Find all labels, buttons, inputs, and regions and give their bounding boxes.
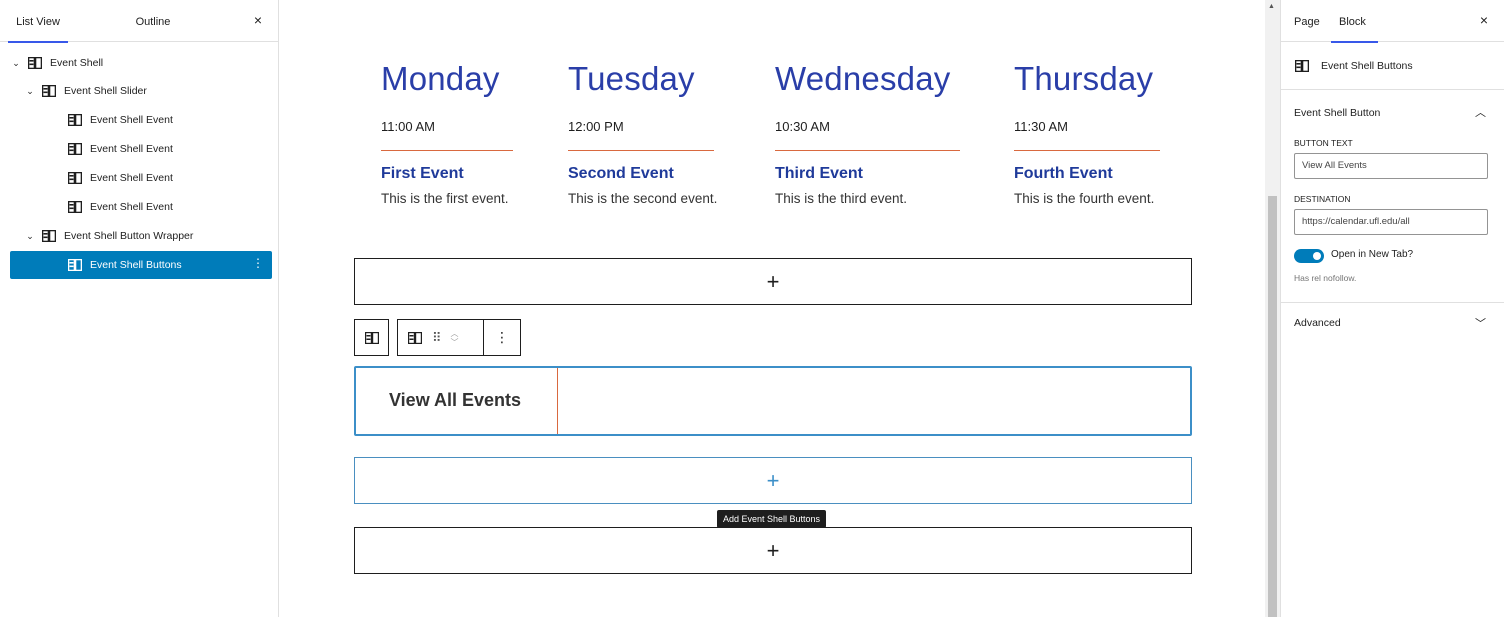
block-card: Event Shell Buttons (1281, 42, 1504, 90)
chevron-down-icon[interactable]: ⌄ (24, 86, 36, 97)
block-icon (364, 331, 379, 344)
tab-block[interactable]: Block (1331, 0, 1378, 43)
tab-list-view[interactable]: List View (8, 0, 68, 43)
add-block-button[interactable]: + (354, 258, 1192, 305)
day-name: Wednesday (775, 60, 951, 97)
scrollbar[interactable]: ▲ (1265, 0, 1280, 617)
divider (381, 150, 513, 151)
block-toolbar: ⠿ ︿ ﹀ ⋮ (397, 319, 521, 356)
button-text-label: BUTTON TEXT (1294, 138, 1353, 148)
event-title: Third Event (775, 165, 864, 182)
list-item-event-shell-buttons[interactable]: Event Shell Buttons ⋮ (10, 251, 272, 279)
tab-page[interactable]: Page (1294, 0, 1320, 42)
event-title: Second Event (568, 165, 674, 182)
options-icon[interactable]: ⋮ (252, 256, 264, 270)
event-description: This is the fourth event. (1014, 191, 1155, 206)
destination-label: DESTINATION (1294, 194, 1351, 204)
list-item-label: Event Shell Slider (64, 85, 147, 97)
select-parent-button[interactable] (354, 319, 389, 356)
event-description: This is the third event. (775, 191, 908, 206)
panel-title-advanced[interactable]: Advanced (1294, 317, 1341, 329)
block-icon (67, 200, 83, 214)
event-description: This is the second event. (568, 191, 718, 206)
block-icon (67, 113, 83, 127)
divider (568, 150, 714, 151)
block-icon (67, 258, 83, 272)
list-item-event-shell-event-1[interactable]: Event Shell Event (10, 106, 272, 134)
list-item-event-shell[interactable]: ⌄ Event Shell (10, 49, 272, 77)
rel-help-text: Has rel nofollow. (1294, 273, 1357, 283)
scroll-up-icon[interactable]: ▲ (1268, 3, 1275, 10)
open-new-tab-label: Open in New Tab? (1331, 249, 1414, 260)
drag-handle-icon[interactable]: ⠿ (432, 330, 441, 346)
day-name: Tuesday (568, 60, 695, 97)
list-item-label: Event Shell Button Wrapper (64, 230, 194, 242)
list-item-event-shell-slider[interactable]: ⌄ Event Shell Slider (10, 77, 272, 105)
block-icon (67, 171, 83, 185)
list-item-event-shell-event-2[interactable]: Event Shell Event (10, 135, 272, 163)
settings-tabs: Page Block × (1281, 0, 1504, 43)
divider (1014, 150, 1160, 151)
event-shell-buttons-block[interactable]: View All Events (354, 366, 1192, 436)
settings-sidebar: Page Block × Event Shell Buttons Event S… (1280, 0, 1504, 617)
block-icon (67, 142, 83, 156)
event-time: 11:30 AM (1014, 119, 1068, 134)
day-name: Monday (381, 60, 500, 97)
event-column-wednesday: Wednesday 10:30 AM Third Event This is t… (775, 60, 960, 206)
day-name: Thursday (1014, 60, 1154, 97)
tooltip: Add Event Shell Buttons (717, 510, 827, 528)
move-up-icon[interactable]: ︿ (451, 329, 459, 338)
editor-canvas: Monday 11:00 AM First Event This is the … (280, 0, 1265, 617)
chevron-down-icon[interactable]: ⌄ (10, 58, 22, 69)
list-view-tabs: List View Outline × (0, 0, 278, 43)
tab-outline[interactable]: Outline (122, 0, 184, 42)
move-down-icon[interactable]: ﹀ (451, 338, 459, 347)
scrollbar-thumb[interactable] (1268, 196, 1277, 617)
event-time: 11:00 AM (381, 119, 435, 134)
panel-title-event-shell-button[interactable]: Event Shell Button (1294, 107, 1380, 119)
event-time: 10:30 AM (775, 119, 830, 134)
list-item-event-shell-event-4[interactable]: Event Shell Event (10, 193, 272, 221)
block-toolbar-controls: ⠿ ︿ ﹀ (398, 320, 484, 355)
event-title: First Event (381, 165, 464, 182)
open-new-tab-toggle[interactable] (1294, 249, 1324, 263)
block-icon (1295, 59, 1309, 72)
block-icon (41, 84, 57, 98)
close-icon[interactable]: × (1480, 12, 1488, 28)
list-view-panel: List View Outline × ⌄ Event Shell ⌄ Even… (0, 0, 279, 617)
block-card-title: Event Shell Buttons (1321, 59, 1413, 72)
list-item-label: Event Shell Event (90, 114, 173, 126)
move-arrows[interactable]: ︿ ﹀ (451, 329, 459, 347)
block-icon[interactable] (408, 331, 422, 344)
more-options-button[interactable]: ⋮ (484, 329, 520, 346)
list-item-label: Event Shell Event (90, 172, 173, 184)
event-description: This is the first event. (381, 191, 509, 206)
divider (1281, 302, 1504, 303)
block-icon (27, 56, 43, 70)
event-column-monday: Monday 11:00 AM First Event This is the … (381, 60, 513, 206)
divider (775, 150, 960, 151)
chevron-up-icon[interactable]: ︿ (1475, 104, 1486, 120)
add-event-shell-buttons-button[interactable]: + (354, 457, 1192, 504)
destination-field[interactable]: https://calendar.ufl.edu/all (1294, 209, 1488, 235)
text-caret (557, 368, 558, 434)
button-text-field[interactable]: View All Events (1294, 153, 1488, 179)
event-time: 12:00 PM (568, 119, 624, 134)
view-all-events-button[interactable]: View All Events (389, 390, 521, 411)
block-icon (41, 229, 57, 243)
event-title: Fourth Event (1014, 165, 1113, 182)
event-column-thursday: Thursday 11:30 AM Fourth Event This is t… (1014, 60, 1160, 206)
list-item-label: Event Shell (50, 57, 104, 69)
list-item-label: Event Shell Buttons (90, 259, 182, 271)
event-column-tuesday: Tuesday 12:00 PM Second Event This is th… (568, 60, 717, 206)
list-item-label: Event Shell Event (90, 201, 173, 213)
chevron-down-icon[interactable]: ⌄ (24, 231, 36, 242)
list-item-label: Event Shell Event (90, 143, 173, 155)
add-block-button[interactable]: + (354, 527, 1192, 574)
chevron-down-icon[interactable]: ﹀ (1475, 315, 1486, 331)
close-icon[interactable]: × (254, 12, 262, 28)
list-item-event-shell-button-wrapper[interactable]: ⌄ Event Shell Button Wrapper (10, 222, 272, 250)
list-item-event-shell-event-3[interactable]: Event Shell Event (10, 164, 272, 192)
